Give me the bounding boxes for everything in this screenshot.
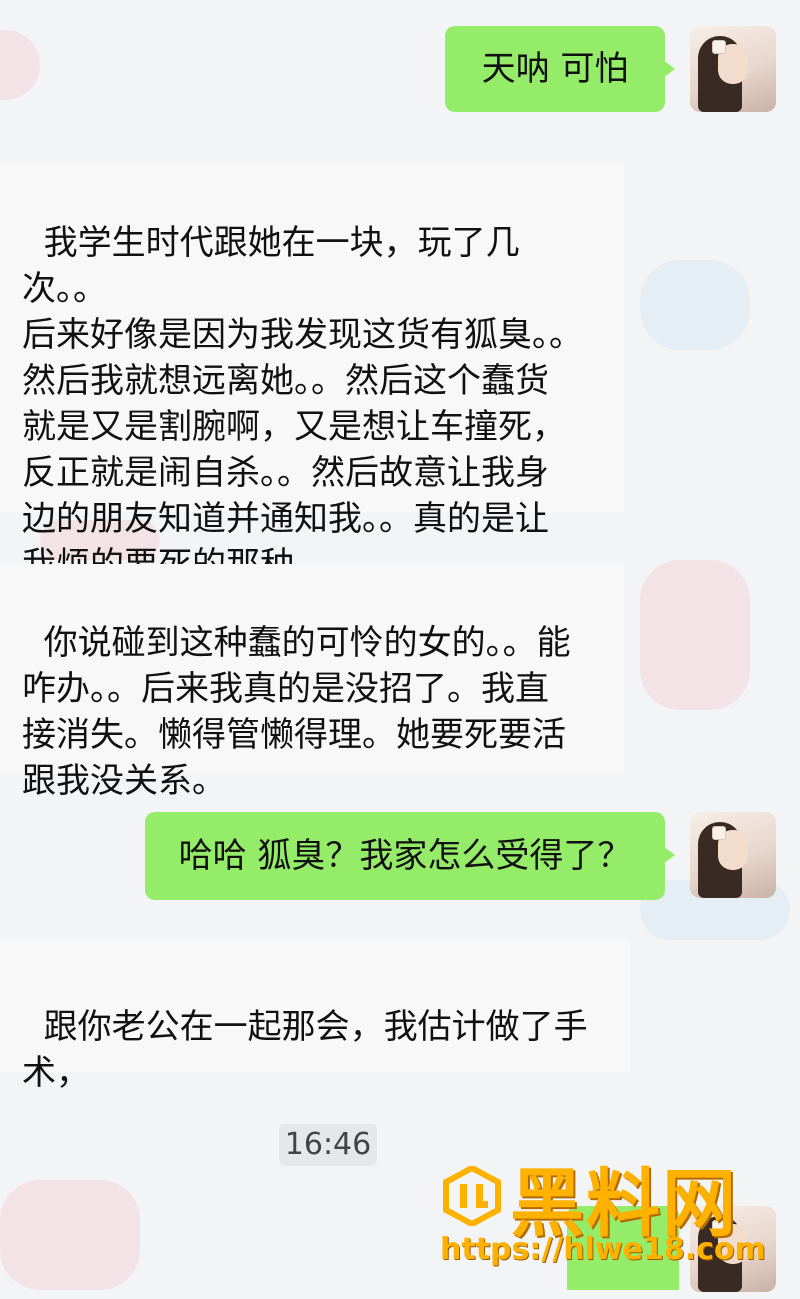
incoming-message-panel[interactable]: 我学生时代跟她在一块，玩了几次。。 后来好像是因为我发现这货有狐臭。。 然后我就…: [0, 162, 624, 585]
background-decoration: [0, 1180, 140, 1290]
timestamp: 16:46: [279, 1124, 377, 1166]
outgoing-message-bubble[interactable]: 天呐 可怕: [445, 26, 675, 112]
avatar[interactable]: [690, 812, 776, 898]
background-decoration: [640, 560, 750, 710]
background-decoration: [640, 260, 750, 350]
avatar[interactable]: [690, 26, 776, 112]
watermark-url: https://hlwe18.com: [440, 1232, 766, 1267]
watermark-logo-icon: [443, 1166, 501, 1226]
message-text: 天呐 可怕: [481, 49, 629, 89]
incoming-message-panel[interactable]: 跟你老公在一起那会，我估计做了手 术，: [0, 940, 630, 1093]
message-text: 哈哈 狐臭？我家怎么受得了？: [178, 836, 632, 876]
background-decoration: [0, 30, 40, 100]
watermark: 黑料网 https://hlwe18.com: [440, 1160, 790, 1270]
outgoing-message-bubble[interactable]: 哈哈 狐臭？我家怎么受得了？: [145, 812, 675, 900]
message-text: 你说碰到这种蠢的可怜的女的。。能 咋办。。后来我真的是没招了。我直 接消失。懒得…: [22, 623, 571, 801]
incoming-message-panel[interactable]: 你说碰到这种蠢的可怜的女的。。能 咋办。。后来我真的是没招了。我直 接消失。懒得…: [0, 564, 624, 801]
message-text: 我学生时代跟她在一块，玩了几次。。 后来好像是因为我发现这货有狐臭。。 然后我就…: [22, 223, 583, 585]
message-text: 跟你老公在一起那会，我估计做了手 术，: [22, 1007, 588, 1093]
